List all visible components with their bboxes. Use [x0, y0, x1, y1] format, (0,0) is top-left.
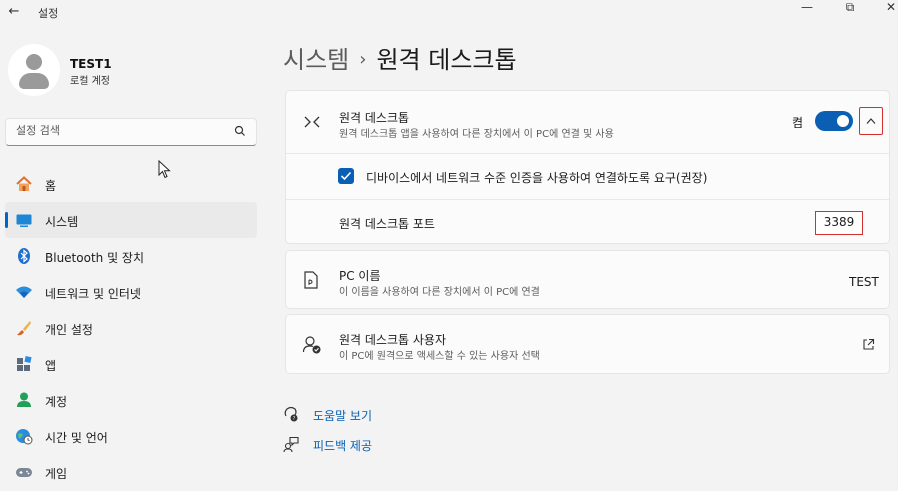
mouse-cursor-icon [158, 160, 171, 179]
checkmark-icon [340, 171, 352, 181]
pc-name-description: 이 이름을 사용하여 다른 장치에서 이 PC에 연결 [339, 287, 540, 298]
svg-text:?: ? [293, 416, 296, 422]
sidebar-item-network[interactable]: 네트워크 및 인터넷 [5, 274, 257, 310]
globe-clock-icon [16, 429, 33, 445]
maximize-button[interactable]: ⧉ [835, 0, 865, 20]
sidebar-item-gaming[interactable]: 게임 [5, 454, 257, 490]
pc-name-title: PC 이름 [339, 269, 381, 283]
sidebar-item-personalization[interactable]: 개인 설정 [5, 310, 257, 346]
port-label: 원격 데스크톱 포트 [339, 217, 435, 231]
avatar-head [26, 54, 42, 70]
nla-label[interactable]: 디바이스에서 네트워크 수준 인증을 사용하여 연결하도록 요구(권장) [366, 169, 707, 186]
avatar[interactable] [8, 44, 60, 96]
users-icon [302, 336, 321, 354]
help-icon: ? [284, 406, 298, 422]
sidebar-item-home[interactable]: 홈 [5, 166, 257, 202]
port-value: 3389 [815, 211, 863, 235]
breadcrumb: 시스템 › 원격 데스크톱 [283, 40, 517, 75]
help-link-label[interactable]: 도움말 보기 [313, 407, 372, 424]
bluetooth-icon [18, 248, 30, 264]
remote-desktop-description: 원격 데스크톱 앱을 사용하여 다른 장치에서 이 PC에 연결 및 사용 [339, 129, 614, 140]
sidebar-item-system[interactable]: 시스템 [5, 202, 257, 238]
feedback-link-label[interactable]: 피드백 제공 [313, 437, 372, 454]
toggle-knob [837, 115, 849, 127]
pc-name-value: TEST [849, 275, 879, 289]
avatar-body [19, 73, 49, 89]
sidebar-item-bluetooth[interactable]: Bluetooth 및 장치 [5, 238, 257, 274]
system-icon [16, 214, 32, 227]
home-icon [16, 176, 32, 191]
pc-name-card: PC 이름 이 이름을 사용하여 다른 장치에서 이 PC에 연결 TEST [285, 250, 890, 309]
external-link-icon[interactable] [862, 338, 875, 351]
account-icon [17, 392, 31, 407]
brush-icon [17, 321, 31, 336]
remote-desktop-icon [304, 116, 320, 128]
sidebar-item-label: 홈 [45, 179, 57, 193]
sidebar-item-accounts[interactable]: 계정 [5, 382, 257, 418]
sidebar-item-label: 시스템 [45, 215, 79, 229]
apps-icon [17, 355, 32, 371]
back-arrow-icon[interactable]: ← [6, 4, 22, 20]
toggle-state-label: 켬 [792, 116, 804, 130]
breadcrumb-parent[interactable]: 시스템 [283, 46, 349, 74]
sidebar-item-label: 네트워크 및 인터넷 [45, 287, 141, 301]
collapse-button[interactable] [859, 107, 883, 135]
sidebar-item-time-language[interactable]: 시간 및 언어 [5, 418, 257, 454]
sidebar-item-label: 게임 [45, 467, 68, 481]
search-icon [234, 125, 245, 136]
search-input[interactable] [16, 124, 226, 137]
search-box[interactable] [5, 118, 257, 146]
remote-desktop-card: 원격 데스크톱 원격 데스크톱 앱을 사용하여 다른 장치에서 이 PC에 연결… [285, 90, 890, 244]
pc-document-icon [304, 271, 318, 289]
chevron-up-icon [866, 118, 876, 124]
remote-desktop-toggle[interactable] [815, 111, 853, 131]
remote-users-description: 이 PC에 원격으로 액세스할 수 있는 사용자 선택 [339, 351, 540, 362]
sidebar-item-label: 앱 [45, 359, 57, 373]
remote-users-title: 원격 데스크톱 사용자 [339, 333, 446, 347]
sidebar-item-label: 개인 설정 [45, 323, 93, 337]
remote-desktop-row[interactable]: 원격 데스크톱 원격 데스크톱 앱을 사용하여 다른 장치에서 이 PC에 연결… [286, 91, 889, 153]
remote-users-card[interactable]: 원격 데스크톱 사용자 이 PC에 원격으로 액세스할 수 있는 사용자 선택 [285, 314, 890, 374]
selection-indicator [5, 212, 8, 228]
gamepad-icon [16, 468, 32, 477]
sidebar-item-label: 계정 [45, 395, 68, 409]
account-type: 로컬 계정 [70, 76, 110, 87]
title-bar: ← 설정 — ⧉ ✕ [0, 0, 898, 28]
nla-row: 디바이스에서 네트워크 수준 인증을 사용하여 연결하도록 요구(권장) [286, 154, 889, 199]
nla-checkbox[interactable] [338, 168, 354, 184]
sidebar-nav: 홈 시스템 Bluetooth 및 장치 네트워크 및 인터넷 개인 설정 앱 … [5, 166, 257, 490]
breadcrumb-separator: › [359, 49, 367, 70]
page-title: 원격 데스크톱 [376, 46, 517, 74]
close-button[interactable]: ✕ [876, 0, 898, 20]
user-name: TEST1 [70, 57, 112, 71]
sidebar-item-label: 시간 및 언어 [45, 431, 108, 445]
feedback-icon [283, 436, 299, 452]
app-title: 설정 [38, 7, 59, 20]
port-row: 원격 데스크톱 포트 3389 [286, 200, 889, 244]
sidebar-item-label: Bluetooth 및 장치 [45, 251, 145, 265]
sidebar-item-apps[interactable]: 앱 [5, 346, 257, 382]
remote-desktop-title: 원격 데스크톱 [339, 111, 410, 125]
network-icon [16, 286, 32, 298]
minimize-button[interactable]: — [792, 0, 822, 20]
